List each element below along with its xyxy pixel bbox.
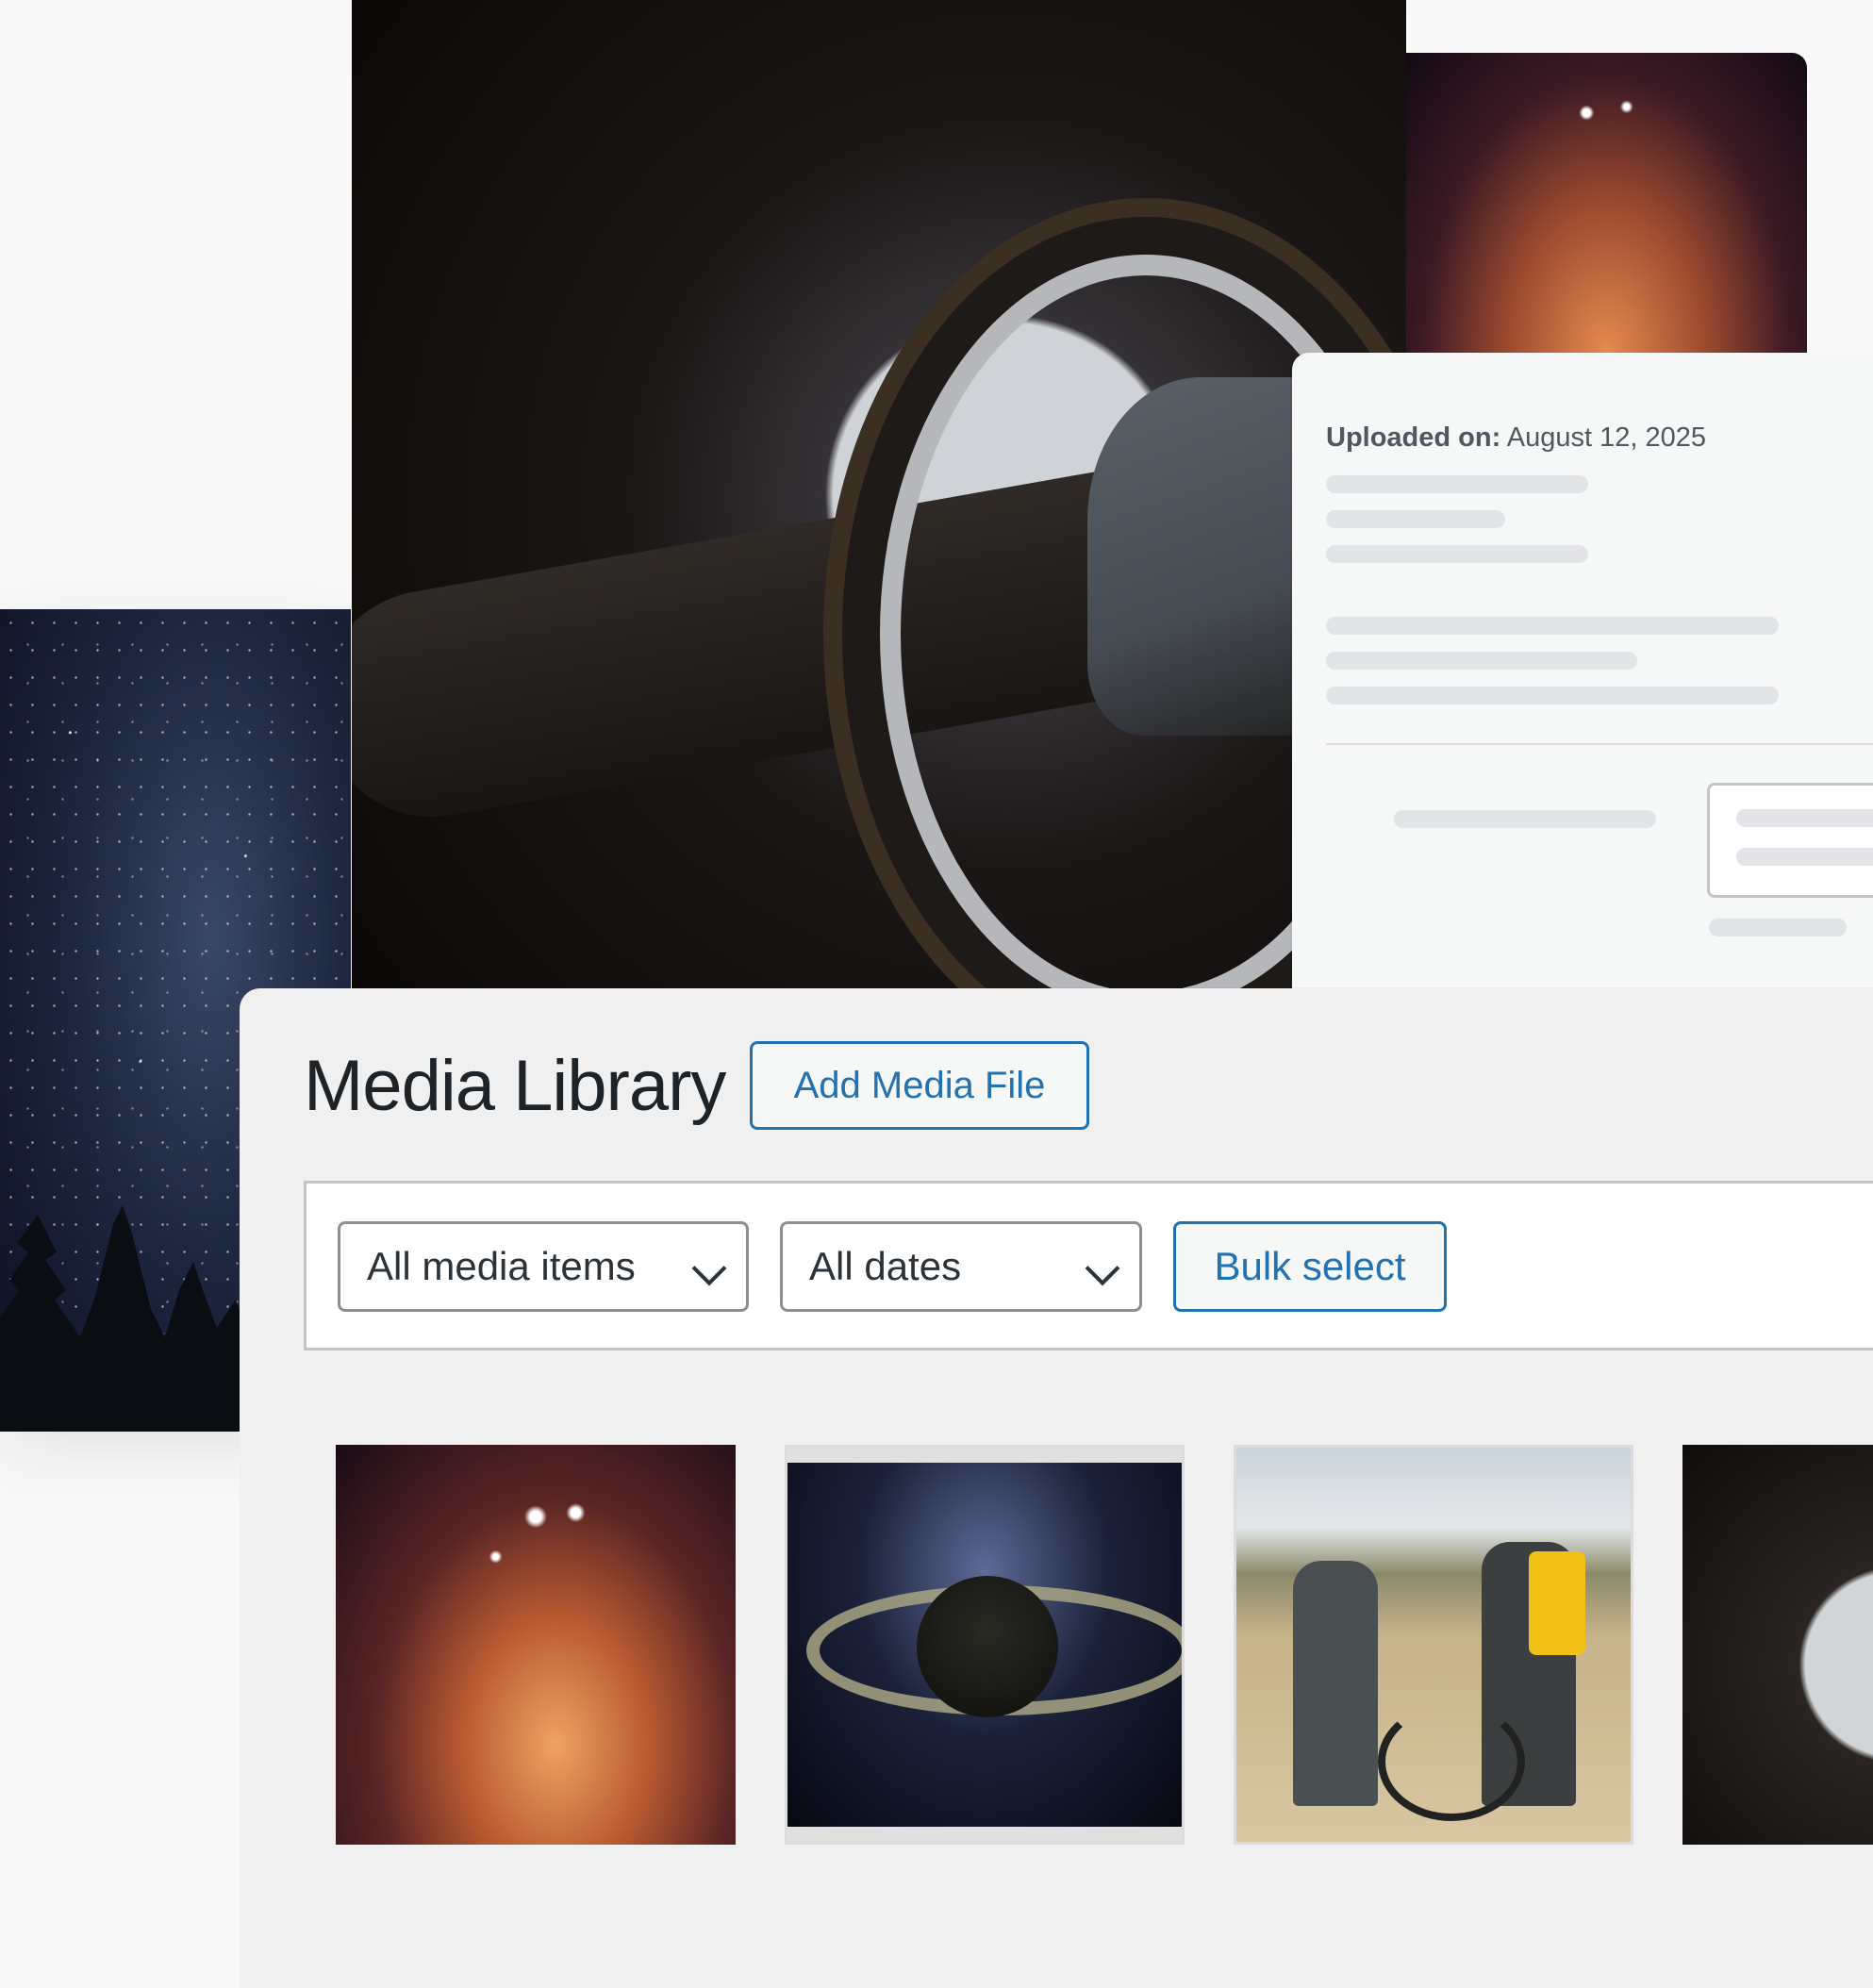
skeleton-line: [1709, 919, 1847, 936]
uploaded-on-label: Uploaded on:: [1326, 422, 1501, 453]
page-title: Media Library: [304, 1046, 726, 1126]
skeleton-line: [1326, 475, 1588, 493]
chevron-down-icon: [691, 1251, 727, 1286]
skeleton-line: [1326, 617, 1779, 635]
bulk-select-button[interactable]: Bulk select: [1173, 1221, 1447, 1312]
media-type-filter[interactable]: All media items: [338, 1221, 749, 1312]
uploaded-on-text: Uploaded on: August 12, 2025: [1326, 422, 1706, 454]
skeleton-line: [1326, 687, 1779, 704]
divider: [1326, 743, 1873, 745]
nebula-photo: [1406, 53, 1807, 353]
media-type-filter-value: All media items: [367, 1244, 636, 1288]
skeleton-field[interactable]: [1707, 783, 1873, 898]
media-toolbar: All media items All dates Bulk select: [304, 1181, 1873, 1350]
skeleton-line: [1736, 848, 1873, 866]
add-media-file-button[interactable]: Add Media File: [750, 1041, 1089, 1130]
chevron-down-icon: [1085, 1251, 1120, 1286]
skeleton-line: [1326, 545, 1588, 563]
media-thumbnail[interactable]: [336, 1445, 736, 1845]
skeleton-line: [1326, 652, 1637, 670]
engineer-spacecraft-photo: [352, 0, 1406, 990]
skeleton-line: [1736, 809, 1873, 827]
skeleton-line: [1326, 510, 1505, 528]
media-thumbnail[interactable]: [1682, 1445, 1873, 1845]
attachment-details-panel: Uploaded on: August 12, 2025: [1292, 353, 1873, 994]
uploaded-on-date: August 12, 2025: [1506, 422, 1706, 453]
date-filter[interactable]: All dates: [780, 1221, 1142, 1312]
media-thumbnail[interactable]: [1234, 1445, 1633, 1845]
date-filter-value: All dates: [809, 1244, 962, 1288]
media-thumbnail[interactable]: [785, 1445, 1185, 1845]
skeleton-line: [1394, 810, 1656, 828]
media-library-panel: Media Library Add Media File All media i…: [240, 988, 1873, 1988]
